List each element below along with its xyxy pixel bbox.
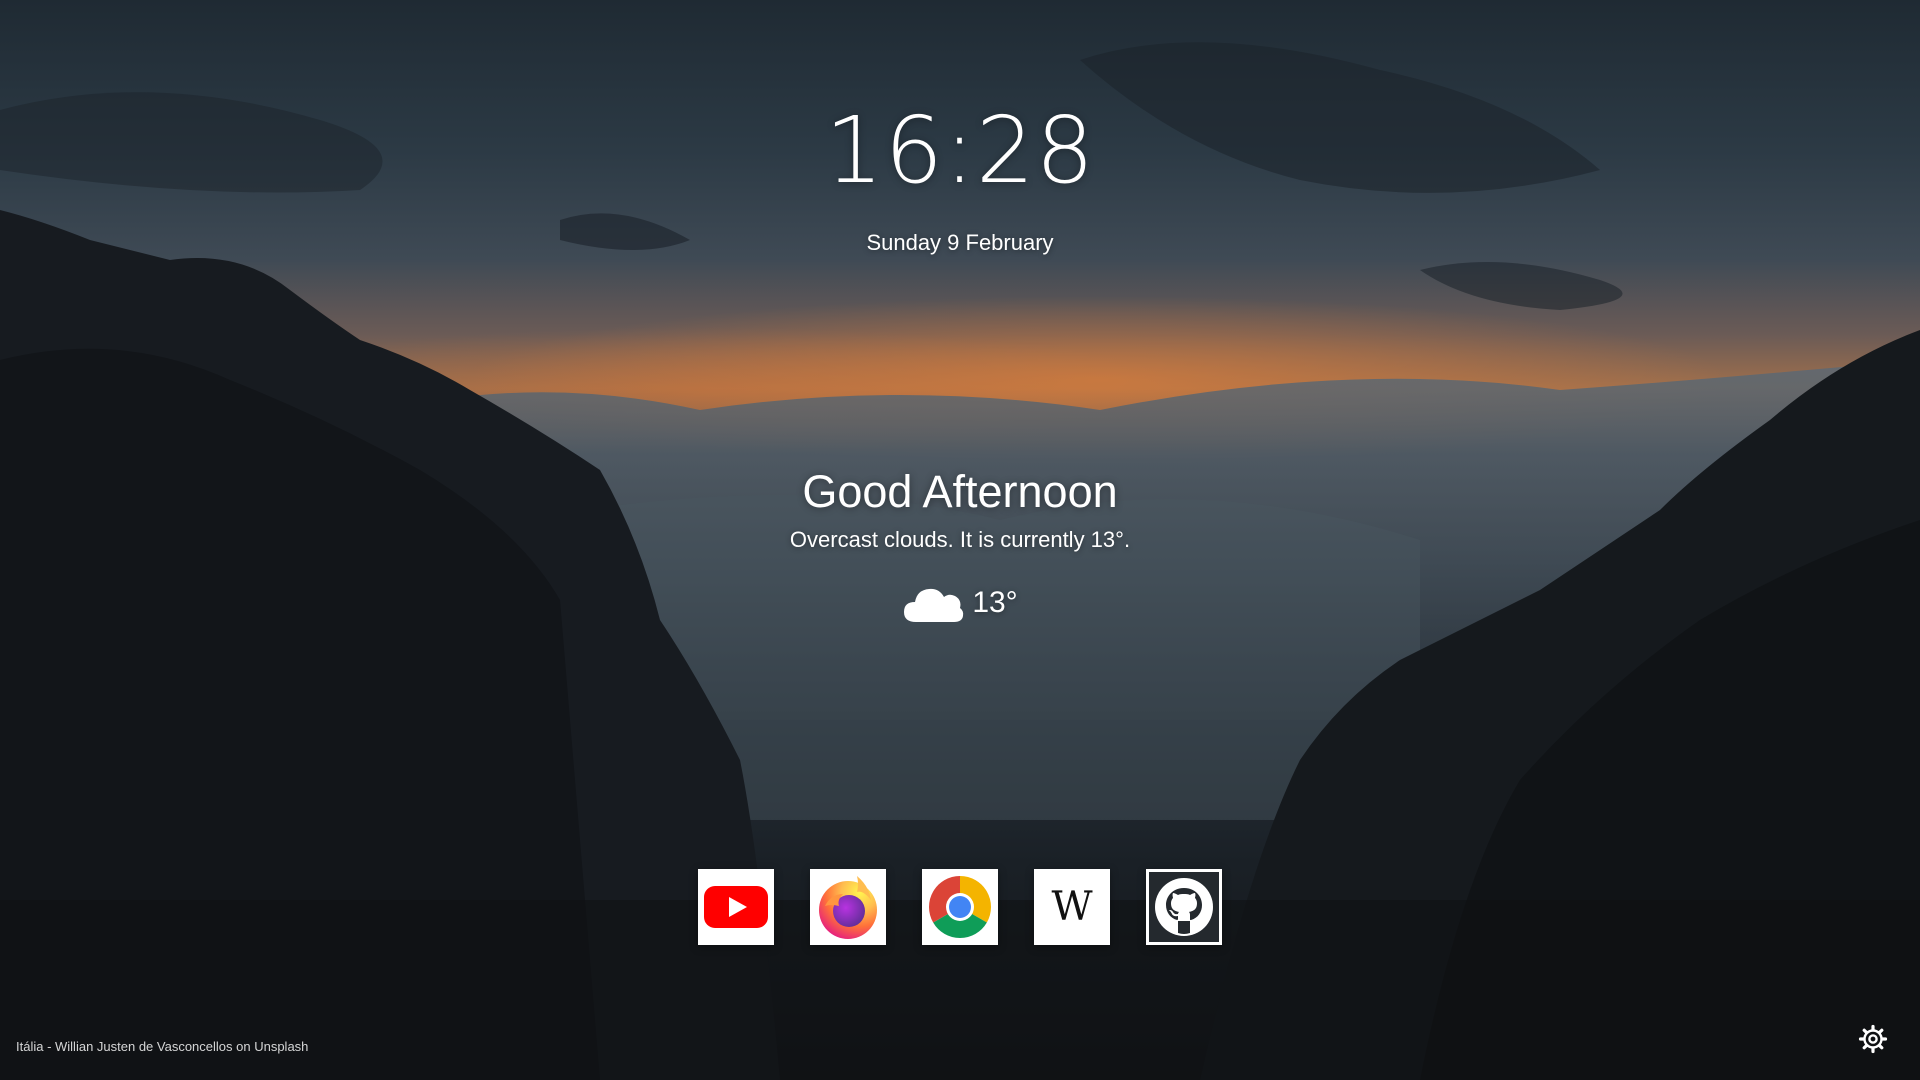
youtube-icon — [704, 886, 768, 928]
quick-links: W — [0, 869, 1920, 945]
youtube-link[interactable] — [698, 869, 774, 945]
firefox-link[interactable] — [810, 869, 886, 945]
weather-description: Overcast clouds. It is currently 13°. — [789, 527, 1131, 552]
github-icon — [1155, 878, 1213, 936]
wikipedia-link[interactable]: W — [1034, 869, 1110, 945]
chrome-icon — [928, 876, 992, 939]
photo-credit[interactable]: Itália - Willian Justen de Vasconcellos … — [16, 1039, 308, 1054]
clock-date: Sunday 9 February — [866, 230, 1054, 255]
weather-widget: 13° — [0, 580, 1920, 626]
firefox-icon — [819, 876, 877, 939]
chrome-link[interactable] — [922, 869, 998, 945]
gear-icon[interactable] — [1858, 1024, 1888, 1054]
clock-time: 16:28 — [824, 97, 1096, 204]
greeting-text: Good Afternoon — [802, 466, 1118, 517]
wikipedia-icon: W — [1051, 884, 1093, 930]
github-link[interactable] — [1146, 869, 1222, 945]
weather-temperature: 13° — [972, 586, 1018, 619]
cloud-icon — [904, 588, 964, 622]
